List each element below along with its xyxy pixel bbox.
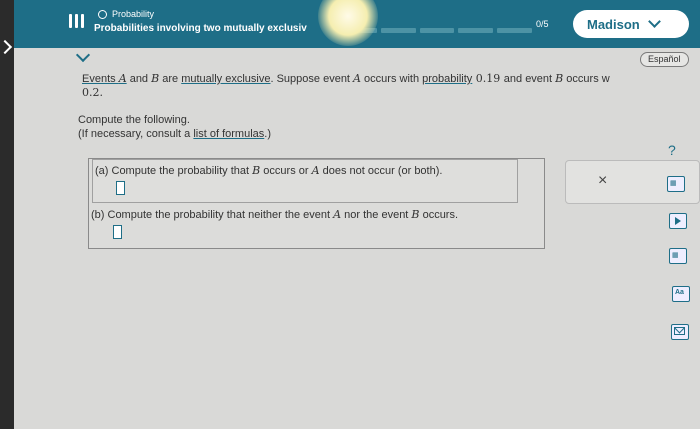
text-size-icon[interactable]: Aa <box>672 286 690 302</box>
events-link[interactable]: Events A <box>82 72 127 85</box>
screen-bezel <box>0 0 14 429</box>
part-b-question: (b) Compute the probability that neither… <box>91 208 459 221</box>
instructions: Compute the following. (If necessary, co… <box>78 113 271 141</box>
part-b-answer-input[interactable] <box>113 225 122 239</box>
part-a-answer-input[interactable] <box>116 181 125 195</box>
problem-statement: Events A and B are mutually exclusive. S… <box>82 72 610 85</box>
progress-segment <box>458 28 494 33</box>
progress-segment <box>380 28 416 33</box>
video-play-icon[interactable] <box>669 213 687 229</box>
probability-link[interactable]: probability <box>422 73 472 85</box>
user-menu-button[interactable]: Madison <box>573 10 689 38</box>
formula-hint: (If necessary, consult a list of formula… <box>78 128 272 140</box>
progress-label: 0/5 <box>536 19 549 29</box>
clear-button[interactable]: × <box>598 172 607 190</box>
collapse-chevron-icon[interactable] <box>75 47 91 63</box>
help-button[interactable]: ? <box>668 142 676 158</box>
answer-panel: (a) Compute the probability that B occur… <box>88 158 545 249</box>
language-button[interactable]: Español <box>640 52 689 67</box>
calculator-icon[interactable]: ▦ <box>667 176 685 192</box>
calculator-keypad-icon[interactable]: ▦ <box>669 248 687 264</box>
progress-segment <box>497 28 532 33</box>
part-a-question: (a) Compute the probability that B occur… <box>95 164 443 177</box>
topic-category: Probability <box>112 9 155 19</box>
message-envelope-icon[interactable] <box>671 324 689 340</box>
instructions-line: Compute the following. <box>78 114 190 126</box>
topic-title: Probabilities involving two mutually exc… <box>94 23 307 34</box>
topic-breadcrumb: Probability <box>98 9 154 19</box>
formulas-link[interactable]: list of formulas <box>193 128 264 140</box>
chevron-down-icon <box>647 15 661 28</box>
statement-continuation: 0.2. <box>82 86 103 99</box>
progress-segment <box>419 28 455 33</box>
user-name: Madison <box>587 16 640 32</box>
menu-icon[interactable] <box>66 10 88 32</box>
mutually-exclusive-link[interactable]: mutually exclusive <box>181 73 270 85</box>
progress-circle-icon <box>98 9 107 19</box>
